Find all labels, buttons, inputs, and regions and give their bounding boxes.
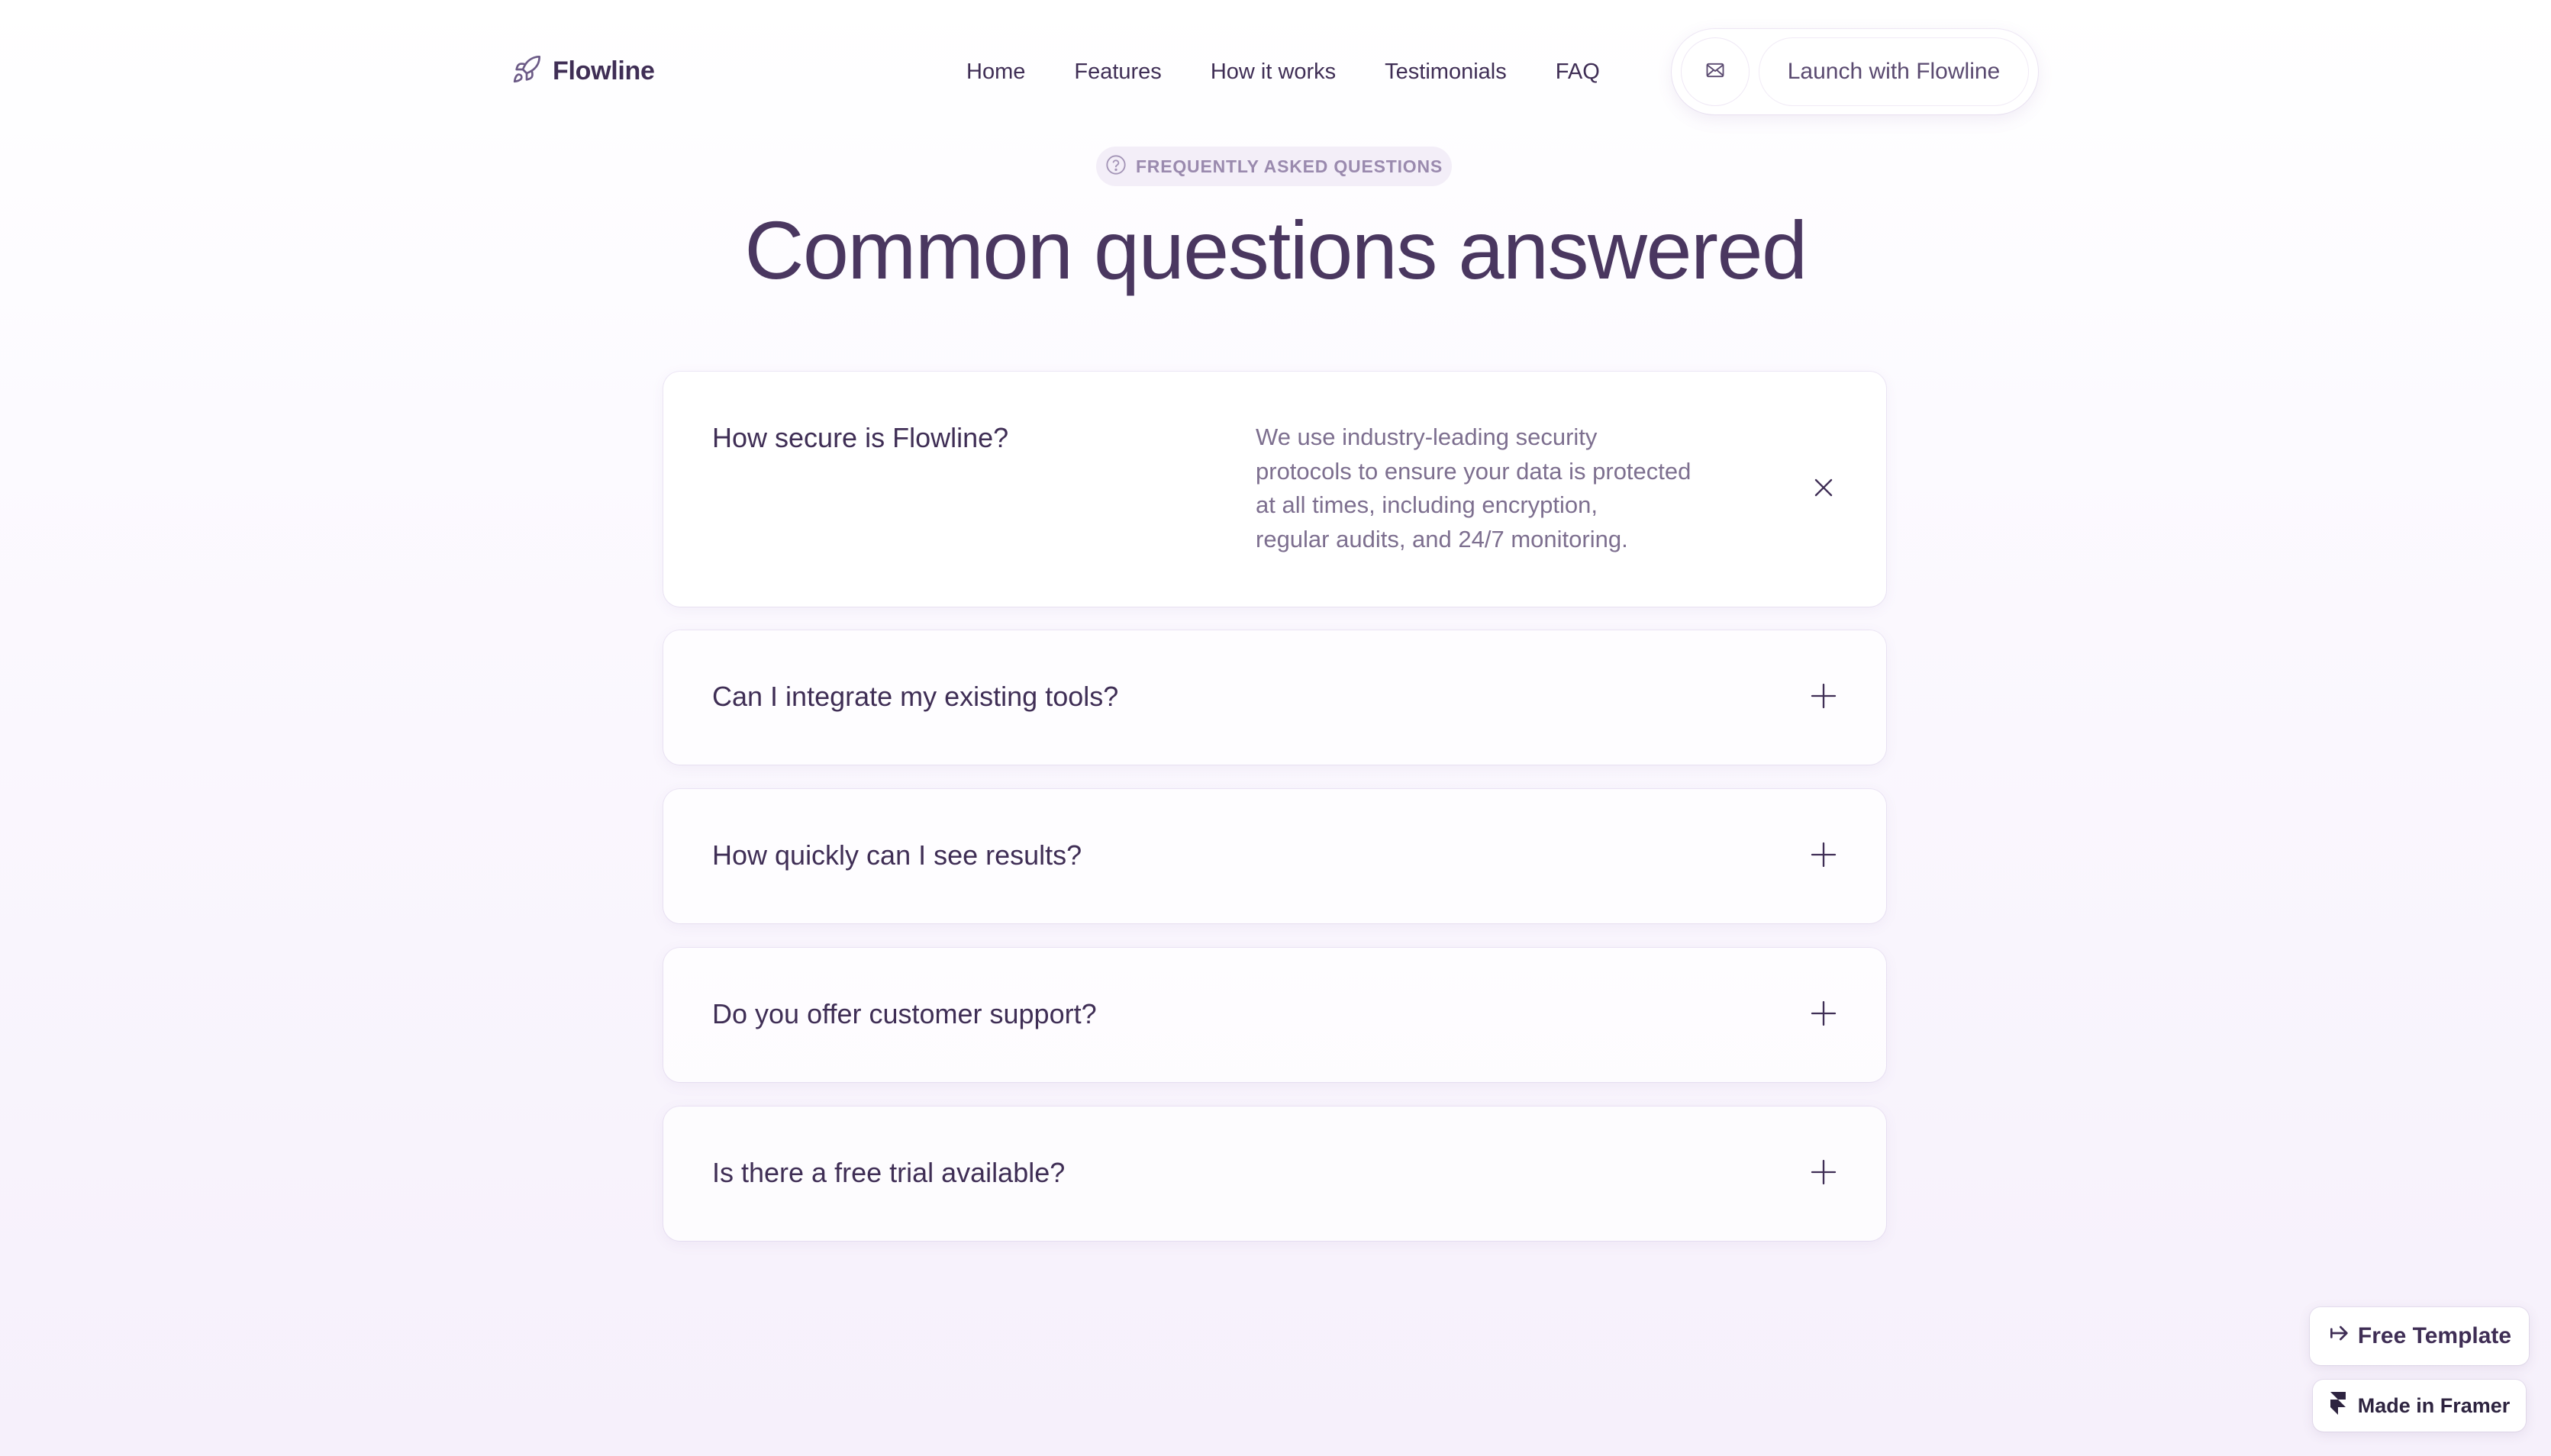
section-badge: FREQUENTLY ASKED QUESTIONS xyxy=(1096,147,1452,186)
faq-question: How secure is Flowline? xyxy=(712,422,1009,453)
faq-question: Do you offer customer support? xyxy=(712,998,1097,1029)
plus-icon xyxy=(1808,1157,1839,1191)
made-in-framer-button[interactable]: Made in Framer xyxy=(2313,1380,2526,1432)
cta-group: Launch with Flowline xyxy=(1672,29,2038,114)
launch-button[interactable]: Launch with Flowline xyxy=(1759,37,2029,106)
free-template-button[interactable]: Free Template xyxy=(2310,1307,2529,1365)
question-circle-icon xyxy=(1105,154,1127,179)
faq-question: Is there a free trial available? xyxy=(712,1157,1066,1188)
mail-icon xyxy=(1704,60,1726,85)
brand-name: Flowline xyxy=(553,56,655,85)
faq-answer-line: We use industry-leading security xyxy=(1256,424,1598,450)
brand-logo[interactable]: Flowline xyxy=(511,52,655,90)
mail-button[interactable] xyxy=(1681,37,1750,106)
faq-expand-button[interactable] xyxy=(1807,998,1840,1032)
rocket-icon xyxy=(511,54,542,89)
framer-logo-icon xyxy=(2329,1391,2347,1420)
faq-answer-line: at all times, including encryption, xyxy=(1256,491,1598,518)
plus-icon xyxy=(1808,839,1839,874)
faq-question: Can I integrate my existing tools? xyxy=(712,681,1119,712)
plus-icon xyxy=(1808,681,1839,715)
faq-answer-line: protocols to ensure your data is protect… xyxy=(1256,457,1692,485)
arrow-right-icon xyxy=(2327,1321,2352,1351)
faq-item-support[interactable]: Do you offer customer support? xyxy=(663,948,1886,1082)
faq-item-free-trial[interactable]: Is there a free trial available? xyxy=(663,1106,1886,1241)
nav-link-how-it-works[interactable]: How it works xyxy=(1211,60,1336,85)
close-icon xyxy=(1808,472,1839,507)
nav-link-features[interactable]: Features xyxy=(1074,60,1161,85)
faq-item-integrations[interactable]: Can I integrate my existing tools? xyxy=(663,630,1886,765)
top-navigation: Flowline Home Features How it works Test… xyxy=(0,0,2551,143)
plus-icon xyxy=(1808,998,1839,1032)
nav-link-faq[interactable]: FAQ xyxy=(1556,60,1600,85)
page-title: Common questions answered xyxy=(744,204,1808,296)
faq-expand-button[interactable] xyxy=(1807,839,1840,873)
faq-collapse-button[interactable] xyxy=(1807,472,1840,506)
faq-item-security[interactable]: How secure is Flowline? We use industry-… xyxy=(663,372,1886,607)
nav-link-home[interactable]: Home xyxy=(966,60,1025,85)
made-in-framer-label: Made in Framer xyxy=(2357,1393,2511,1417)
faq-answer-line: regular audits, and 24/7 monitoring. xyxy=(1256,525,1628,552)
faq-item-results[interactable]: How quickly can I see results? xyxy=(663,789,1886,923)
nav-links: Home Features How it works Testimonials … xyxy=(966,55,1600,89)
free-template-label: Free Template xyxy=(2357,1323,2512,1348)
faq-expand-button[interactable] xyxy=(1807,681,1840,714)
faq-question: How quickly can I see results? xyxy=(712,839,1082,871)
nav-link-testimonials[interactable]: Testimonials xyxy=(1385,60,1507,85)
section-badge-label: FREQUENTLY ASKED QUESTIONS xyxy=(1135,156,1443,176)
faq-expand-button[interactable] xyxy=(1807,1157,1840,1190)
faq-answer: We use industry-leading security protoco… xyxy=(1256,420,1714,556)
